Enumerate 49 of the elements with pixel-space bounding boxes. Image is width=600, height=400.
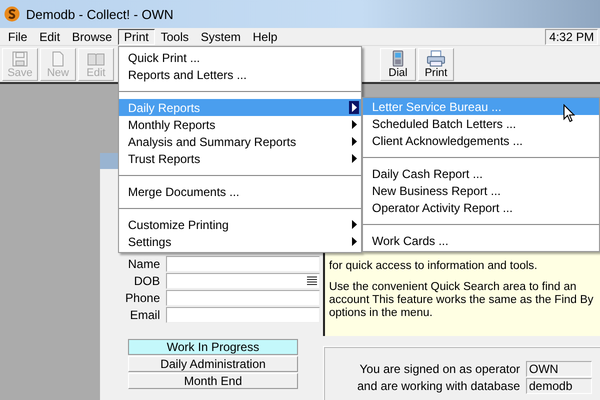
menu-item[interactable]: Operator Activity Report ...	[363, 199, 599, 216]
menu-item[interactable]: Analysis and Summary Reports	[119, 133, 361, 150]
session-label: You are signed on as operator	[358, 362, 520, 376]
menu-item[interactable]: Monthly Reports	[119, 116, 361, 133]
clock: 4:32 PM	[545, 28, 598, 44]
dial-button[interactable]: Dial	[380, 48, 416, 80]
menu-item[interactable]: Quick Print ...	[119, 49, 361, 66]
input-field[interactable]	[166, 256, 320, 272]
menu-item[interactable]: Trust Reports	[119, 150, 361, 167]
phone-icon	[392, 50, 404, 66]
nav-button[interactable]: Work In Progress	[128, 339, 298, 355]
session-label: and are working with database	[356, 379, 520, 393]
menu-item[interactable]: Settings	[119, 233, 361, 250]
field-label: Name	[126, 257, 161, 271]
app-logo-icon	[4, 6, 20, 22]
book-icon	[87, 50, 105, 66]
menu-item[interactable]: New Business Report ...	[363, 182, 599, 199]
field-label: Email	[128, 308, 161, 322]
input-field[interactable]	[166, 273, 320, 289]
nav-button[interactable]: Month End	[128, 373, 298, 389]
info-text: for quick access to information and tools.	[329, 260, 538, 273]
field-label: Phone	[124, 291, 161, 305]
menu-bar-item[interactable]: Tools	[154, 28, 195, 44]
menu-bar-item[interactable]: File	[2, 28, 34, 44]
menu-bar-item[interactable]: Edit	[33, 28, 66, 44]
menu-bar-item[interactable]: Print	[118, 28, 155, 44]
input-field[interactable]	[166, 290, 320, 306]
list-icon[interactable]	[307, 276, 317, 285]
menu-item[interactable]: Work Cards ...	[363, 232, 599, 249]
mouse-pointer-icon	[563, 104, 575, 123]
window-title: Demodb - Collect! - OWN	[26, 6, 174, 22]
session-value-field: OWN	[526, 361, 592, 377]
document-icon	[50, 50, 66, 66]
menu-item[interactable]: Daily Cash Report ...	[363, 165, 599, 182]
print-button[interactable]: Print	[418, 48, 454, 80]
menu-item[interactable]: Scheduled Batch Letters ...	[363, 115, 599, 132]
info-text: Use the convenient Quick Search area to find an account This feature works the same as the Find By options in the menu.	[329, 281, 594, 320]
menu-item[interactable]: Client Acknowledgements ...	[363, 132, 599, 149]
printer-icon	[426, 50, 446, 66]
field-label: DOB	[132, 274, 161, 288]
menu-bar-item[interactable]: System	[194, 28, 247, 44]
menu-bar-item[interactable]: Help	[246, 28, 284, 44]
session-value-field: demodb	[526, 378, 592, 394]
nav-button[interactable]: Daily Administration	[128, 356, 298, 372]
menu-item[interactable]: Customize Printing	[119, 216, 361, 233]
input-field[interactable]	[166, 307, 320, 323]
menu-item[interactable]: Merge Documents ...	[119, 183, 361, 200]
menu-bar-item[interactable]: Browse	[66, 28, 118, 44]
menu-item[interactable]: Reports and Letters ...	[119, 66, 361, 83]
